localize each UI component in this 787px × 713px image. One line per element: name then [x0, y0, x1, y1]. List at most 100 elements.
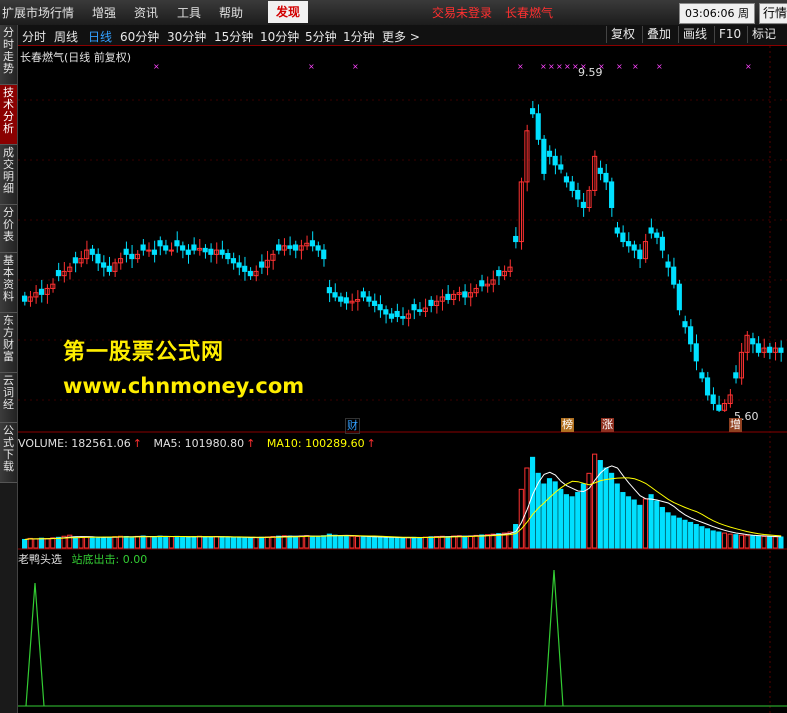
volume-bar-89 [524, 467, 530, 549]
volume-bar-27 [174, 535, 180, 549]
volume-bar-48 [292, 535, 299, 549]
volume-bar-30 [191, 536, 197, 549]
volume-legend: VOLUME: 182561.06 ↑ MA5: 101980.80 ↑ MA10:… [18, 437, 378, 450]
candle-body-12 [89, 248, 95, 255]
volume-bar-58 [349, 535, 355, 549]
candle-body-25 [163, 245, 169, 251]
volume-bar-83 [490, 533, 496, 549]
watermark-url: www.chnmoney.com [63, 374, 305, 398]
candle-body-103 [603, 172, 609, 183]
volume-bar-26 [168, 536, 174, 549]
candle-body-129 [750, 338, 756, 345]
volume-bar-131 [761, 535, 767, 549]
candle-body-70 [417, 309, 423, 312]
volume-bar-77 [456, 535, 462, 549]
watermark-site-name: 第一股票公式网 [63, 340, 225, 365]
volume-bar-44 [270, 535, 276, 549]
candle-body-90 [530, 108, 536, 115]
volume-bar-45 [276, 535, 282, 549]
volume-ma5: MA5: 101980.80 [153, 437, 245, 450]
volume-arrow: ↑ [132, 437, 142, 450]
volume-bar-46 [281, 535, 287, 549]
indicator-legend: 老鸭头选 站底出击: 0.00 [18, 551, 147, 567]
top-marker-4: × [540, 62, 547, 71]
volume-bar-111 [648, 494, 654, 549]
volume-bar-39 [242, 537, 248, 549]
volume-bar-1 [27, 537, 33, 549]
volume-bar-78 [462, 535, 468, 549]
candle-body-18 [123, 248, 129, 255]
candle-body-121 [704, 377, 711, 396]
volume-bar-73 [434, 535, 440, 549]
volume-bar-93 [546, 478, 553, 549]
volume-bar-80 [473, 534, 479, 549]
candle-body-99 [580, 201, 586, 208]
volume-bar-47 [287, 535, 293, 549]
volume-bar-81 [479, 534, 485, 549]
candle-body-120 [699, 372, 705, 379]
volume-bar-68 [405, 537, 411, 549]
ma5-arrow: ↑ [246, 437, 256, 450]
volume-bar-105 [614, 483, 620, 549]
event-tag-increase[interactable]: 增 [729, 418, 742, 432]
volume-bar-33 [208, 536, 214, 549]
candle-body-87 [513, 235, 519, 243]
volume-bar-34 [213, 535, 220, 549]
candle-body-14 [101, 262, 107, 268]
volume-bar-69 [411, 536, 417, 549]
candle-body-112 [654, 232, 660, 238]
candle-body-24 [157, 240, 163, 247]
volume-bar-13 [95, 536, 101, 549]
volume-bar-53 [321, 535, 327, 549]
candle-body-9 [72, 257, 78, 264]
volume-bar-5 [50, 537, 56, 549]
top-marker-3: × [517, 62, 524, 71]
candle-body-48 [292, 244, 299, 251]
candle-body-98 [575, 189, 581, 200]
volume-bar-62 [371, 536, 378, 549]
top-marker-5: × [548, 62, 555, 71]
volume-bar-43 [264, 536, 270, 549]
candle-body-81 [479, 280, 485, 287]
candle-body-29 [185, 249, 191, 255]
candle-body-84 [496, 270, 502, 277]
volume-bar-130 [755, 535, 761, 549]
volume-bar-55 [332, 534, 338, 549]
volume-bar-101 [592, 453, 598, 549]
volume-bar-110 [642, 498, 649, 549]
volume-bar-107 [625, 496, 632, 549]
candle-body-36 [225, 253, 231, 260]
volume-bar-92 [541, 483, 547, 549]
top-marker-11: × [616, 62, 623, 71]
volume-bar-104 [609, 472, 615, 549]
candle-body-116 [676, 283, 682, 311]
candle-body-111 [648, 227, 654, 234]
volume-bar-115 [671, 515, 677, 549]
volume-bar-125 [727, 533, 733, 549]
top-marker-12: × [632, 62, 639, 71]
volume-bar-117 [682, 519, 688, 549]
candle-body-3 [38, 288, 45, 295]
volume-bar-134 [778, 536, 784, 549]
event-tag-rise[interactable]: 涨 [601, 418, 614, 432]
candle-body-51 [309, 240, 316, 247]
event-tag-finance[interactable]: 财 [345, 418, 360, 434]
candle-body-66 [394, 310, 400, 318]
volume-bar-99 [580, 483, 586, 549]
volume-bar-21 [140, 535, 146, 549]
volume-bar-41 [253, 536, 259, 549]
volume-bar-0 [22, 538, 28, 549]
candle-body-39 [242, 265, 248, 272]
volume-bar-32 [202, 536, 208, 549]
indicator-signal: 站底出击: 0.00 [71, 553, 148, 566]
top-marker-7: × [564, 62, 571, 71]
volume-bar-124 [721, 532, 728, 549]
signal-spike-0 [25, 582, 45, 707]
volume-bar-18 [123, 535, 129, 549]
candle-body-13 [95, 253, 101, 264]
indicator-name: 老鸭头选 [18, 553, 62, 566]
top-marker-2: × [352, 62, 359, 71]
event-tag-list[interactable]: 榜 [561, 418, 574, 432]
volume-bar-96 [563, 494, 570, 549]
candle-body-0 [22, 295, 28, 302]
